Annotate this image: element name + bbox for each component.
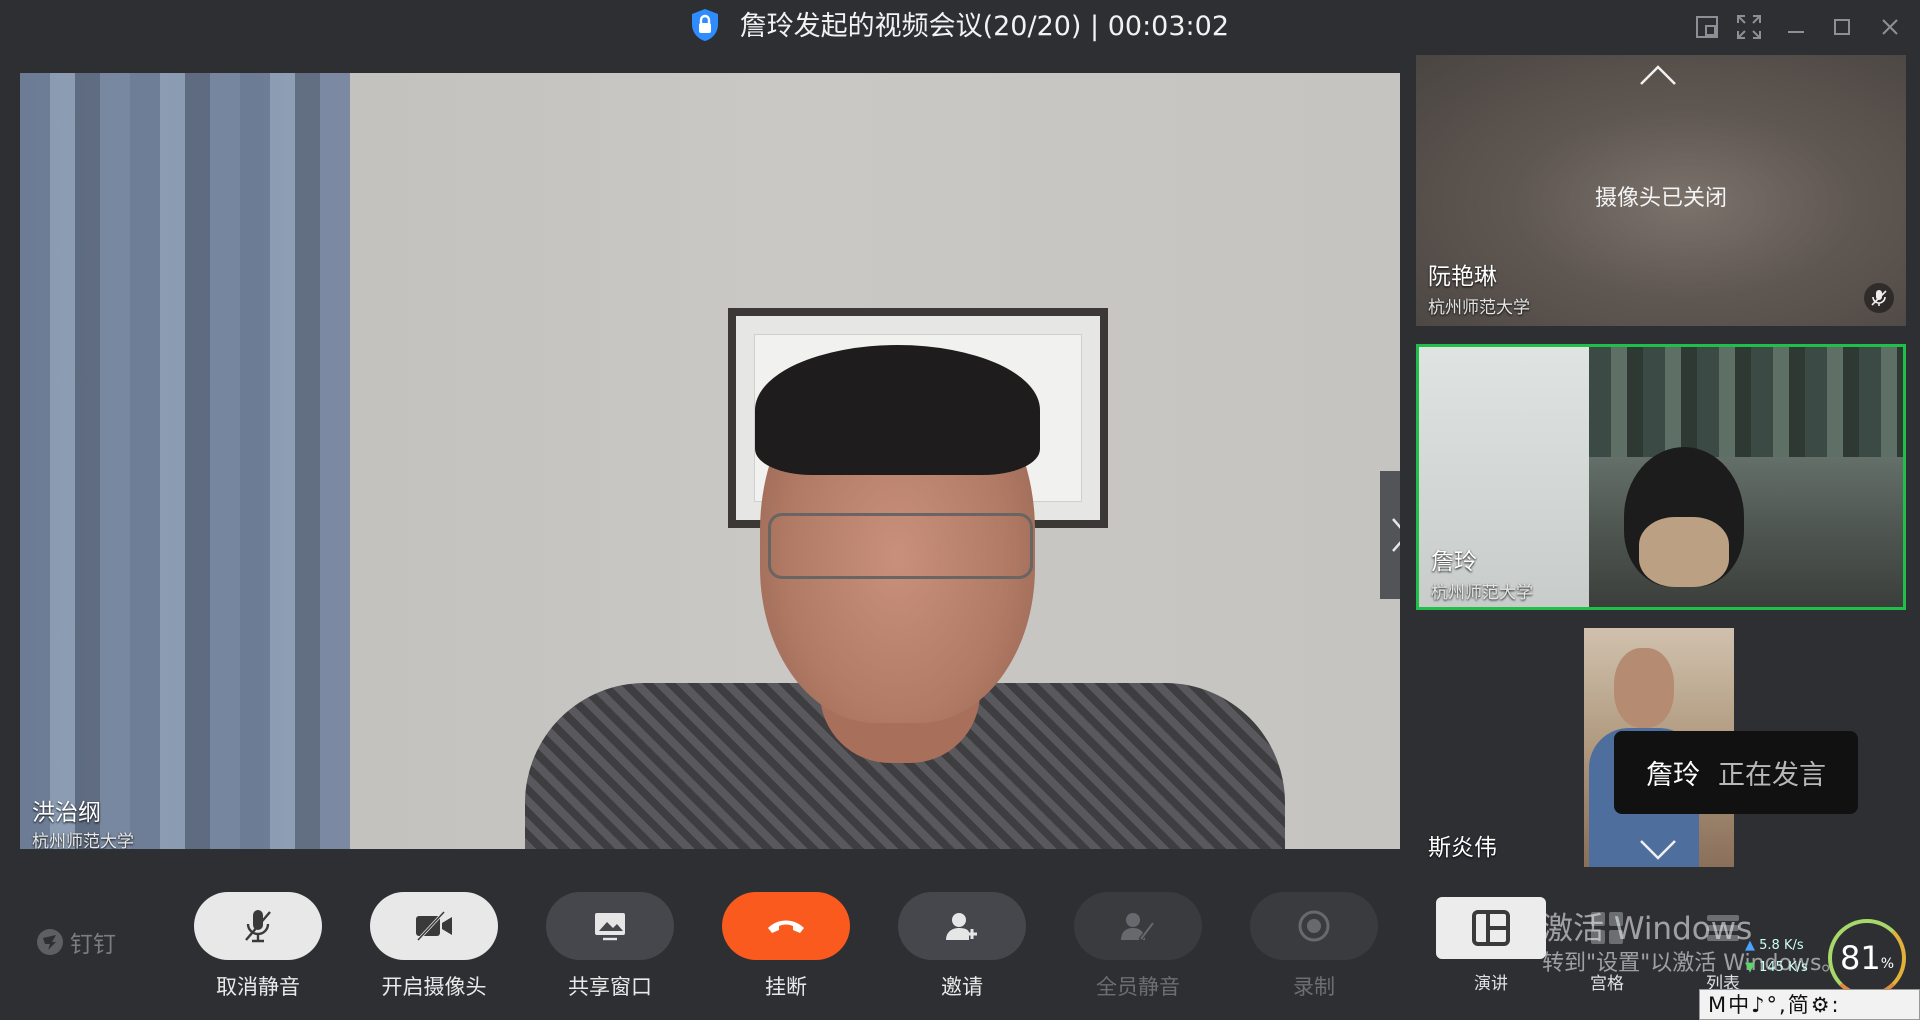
chevron-down-icon[interactable] xyxy=(1638,838,1678,862)
hangup-label: 挂断 xyxy=(765,975,807,999)
mute-all-label: 全员静音 xyxy=(1096,975,1180,999)
speaking-toast: 詹玲 正在发言 xyxy=(1614,731,1858,814)
speaking-name: 詹玲 xyxy=(1646,760,1700,791)
invite-button[interactable] xyxy=(898,892,1026,960)
camera-off-status: 摄像头已关闭 xyxy=(1594,186,1727,211)
video-background-curtain xyxy=(20,73,350,849)
unmute-button[interactable] xyxy=(194,892,322,960)
camera-off-icon xyxy=(416,911,452,941)
main-speaker-name: 洪治纲 xyxy=(32,800,101,826)
cpu-usage-gauge[interactable]: 81% xyxy=(1828,919,1906,997)
unmute-label: 取消静音 xyxy=(216,975,300,999)
layout-speaker-label: 演讲 xyxy=(1474,974,1508,994)
network-speed-widget: ▲ 5.8 K/s ▼ 145 K/s xyxy=(1745,938,1808,975)
record-label: 录制 xyxy=(1293,975,1335,999)
minimize-icon[interactable] xyxy=(1781,12,1811,42)
maximize-icon[interactable] xyxy=(1827,12,1857,42)
mic-muted-icon xyxy=(1864,283,1894,313)
dingtalk-icon xyxy=(37,929,63,955)
participant-org: 杭州师范大学 xyxy=(1428,298,1530,318)
dingtalk-logo: 钉钉 xyxy=(36,925,116,959)
layout-speaker-icon xyxy=(1472,910,1510,946)
chevron-up-icon[interactable] xyxy=(1638,63,1678,87)
share-window-icon xyxy=(595,913,625,941)
shield-lock-icon xyxy=(692,8,718,41)
next-page-button[interactable] xyxy=(1380,471,1400,599)
mute-all-icon xyxy=(1121,913,1156,942)
windows-activation-title: 激活 Windows xyxy=(1542,911,1753,947)
participant-name: 詹玲 xyxy=(1431,549,1477,575)
meeting-title: 詹玲发起的视频会议(20/20) | 00:03:02 xyxy=(739,11,1229,42)
ime-toolbar[interactable]: M中♪°,简⚙: xyxy=(1699,989,1920,1020)
speaking-status: 正在发言 xyxy=(1718,760,1826,791)
participant-tile[interactable]: 摄像头已关闭 阮艳琳 杭州师范大学 xyxy=(1416,55,1906,326)
hangup-button[interactable] xyxy=(722,892,850,960)
invite-icon xyxy=(946,913,977,940)
participant-name: 斯炎伟 xyxy=(1428,835,1497,861)
meeting-toolbar: 钉钉 取消静音 开启摄像头 共享窗口 挂断 邀请 全员静音 录制 演讲 宫格 列… xyxy=(0,867,1920,1020)
layout-speaker-button[interactable] xyxy=(1436,897,1546,959)
record-icon xyxy=(1298,910,1330,942)
close-icon[interactable] xyxy=(1875,12,1905,42)
fullscreen-icon[interactable] xyxy=(1734,12,1764,42)
mute-all-button[interactable] xyxy=(1074,892,1202,960)
share-window-label: 共享窗口 xyxy=(568,975,652,999)
main-speaker-video[interactable]: 洪治纲 杭州师范大学 xyxy=(20,73,1400,849)
share-window-button[interactable] xyxy=(546,892,674,960)
participant-org: 杭州师范大学 xyxy=(1431,583,1533,603)
float-window-icon[interactable] xyxy=(1692,12,1722,42)
invite-label: 邀请 xyxy=(941,975,983,999)
chevron-right-icon xyxy=(1392,518,1400,552)
record-button[interactable] xyxy=(1250,892,1378,960)
camera-on-label: 开启摄像头 xyxy=(381,975,487,999)
camera-on-button[interactable] xyxy=(370,892,498,960)
mic-off-icon xyxy=(245,910,271,943)
video-meeting-window: 詹玲发起的视频会议(20/20) | 00:03:02 洪治纲 杭州师范大学 摄… xyxy=(0,0,1920,1020)
main-speaker-org: 杭州师范大学 xyxy=(32,832,134,849)
participant-tile-active[interactable]: 詹玲 杭州师范大学 xyxy=(1416,344,1906,610)
window-title: 詹玲发起的视频会议(20/20) | 00:03:02 xyxy=(0,8,1920,46)
hangup-icon xyxy=(768,920,804,933)
participant-name: 阮艳琳 xyxy=(1428,264,1497,290)
title-bar: 詹玲发起的视频会议(20/20) | 00:03:02 xyxy=(0,0,1920,55)
